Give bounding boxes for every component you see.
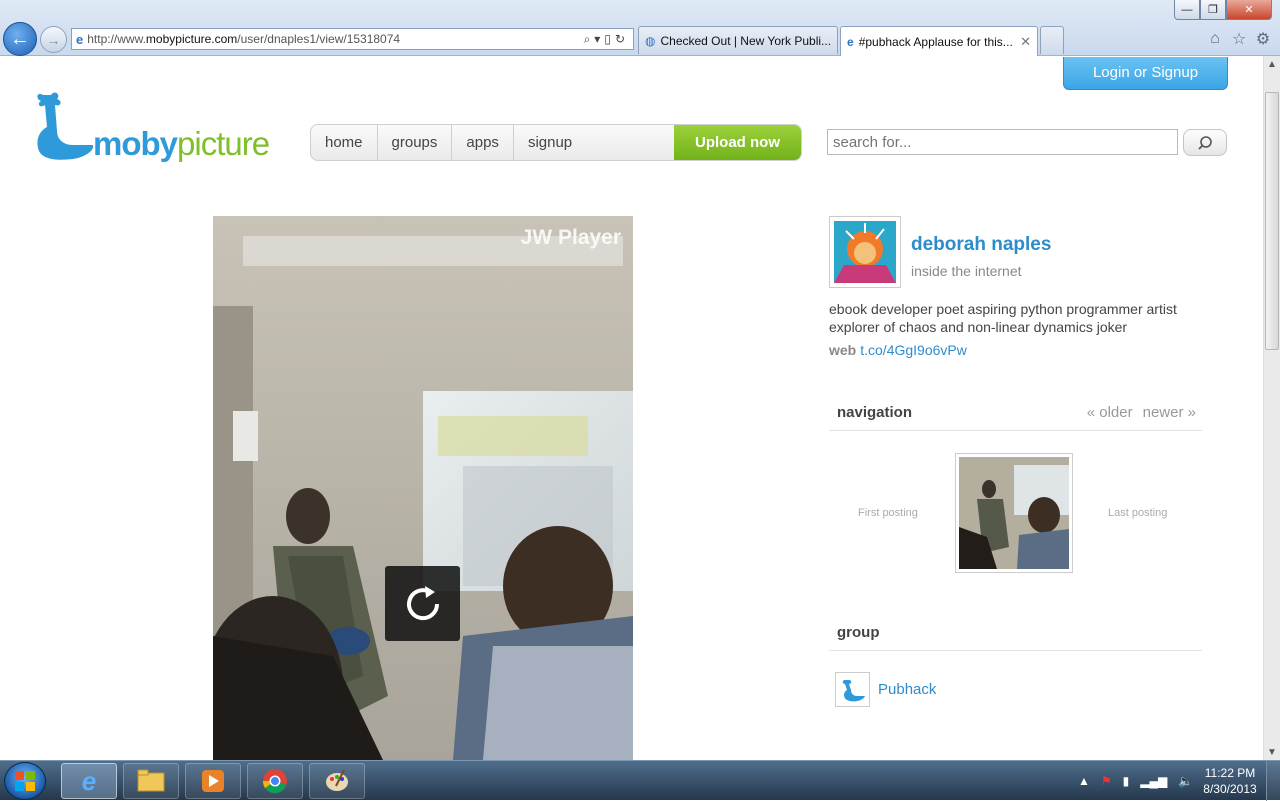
nav-signup[interactable]: signup xyxy=(514,125,586,160)
taskbar-paint[interactable] xyxy=(309,763,365,799)
upload-now-button[interactable]: Upload now xyxy=(674,125,801,160)
close-window-button[interactable]: ✕ xyxy=(1226,0,1272,20)
network-signal-icon[interactable]: ▂▄▆ xyxy=(1140,774,1167,788)
dropdown-icon[interactable]: ▾ xyxy=(594,32,604,46)
tab-label: #pubhack Applause for this... xyxy=(858,34,1013,49)
show-hidden-icons-icon[interactable]: ▲ xyxy=(1078,774,1090,788)
web-link[interactable]: t.co/4GgI9o6vPw xyxy=(860,342,967,358)
navigation-section: navigation « older newer » xyxy=(829,395,1202,431)
media-player-icon xyxy=(202,770,224,792)
system-clock[interactable]: 11:22 PM 8/30/2013 xyxy=(1198,765,1262,797)
address-url: http://www.mobypicture.com/user/dnaples1… xyxy=(87,32,401,46)
ie-page-icon: e xyxy=(847,34,854,49)
show-desktop-button[interactable] xyxy=(1266,761,1280,801)
back-button[interactable]: ← xyxy=(3,22,37,56)
mobypicture-logo[interactable]: mobypicture xyxy=(33,87,293,162)
arrow-right-icon: → xyxy=(46,31,61,48)
replay-button[interactable] xyxy=(385,566,460,641)
video-player[interactable]: JW Player xyxy=(213,216,633,760)
jw-player-watermark: JW Player xyxy=(520,226,621,249)
home-icon[interactable]: ⌂ xyxy=(1205,29,1225,49)
whale-icon xyxy=(842,680,865,702)
thumbnail-image xyxy=(959,457,1069,569)
arrow-left-icon: ← xyxy=(10,27,30,50)
clock-date: 8/30/2013 xyxy=(1203,782,1257,796)
search-icon[interactable]: ⌕ xyxy=(584,32,595,46)
profile-location: inside the internet xyxy=(911,263,1022,279)
address-domain: mobypicture.com xyxy=(145,32,238,46)
taskbar-file-explorer[interactable] xyxy=(123,763,179,799)
profile-bio: ebook developer poet aspiring python pro… xyxy=(829,301,1177,335)
avatar-image xyxy=(834,221,896,283)
replay-icon xyxy=(406,585,439,620)
nav-apps[interactable]: apps xyxy=(452,125,514,160)
search-icon xyxy=(1198,135,1212,150)
taskbar-chrome[interactable] xyxy=(247,763,303,799)
address-bar[interactable]: e http://www.mobypicture.com/user/dnaple… xyxy=(71,28,634,50)
tab-pubhack[interactable]: e #pubhack Applause for this... ✕ xyxy=(840,26,1038,56)
paint-palette-icon xyxy=(326,769,348,791)
avatar[interactable] xyxy=(829,216,901,288)
scroll-down-icon[interactable]: ▼ xyxy=(1264,744,1280,760)
forward-button[interactable]: → xyxy=(40,26,67,53)
current-post-thumbnail[interactable] xyxy=(955,453,1073,573)
video-frame-image xyxy=(213,216,633,760)
windows-logo-icon xyxy=(15,771,35,791)
main-nav: home groups apps signup Upload now xyxy=(310,124,802,161)
nav-groups[interactable]: groups xyxy=(378,125,453,160)
scroll-thumb[interactable] xyxy=(1265,92,1279,350)
whale-logo-icon xyxy=(37,92,93,160)
clock-time: 11:22 PM xyxy=(1204,766,1256,780)
navigation-links: « older newer » xyxy=(1077,404,1196,421)
nypl-favicon-icon: ◍ xyxy=(645,33,656,48)
profile-name[interactable]: deborah naples xyxy=(911,234,1051,256)
web-label: web xyxy=(829,342,857,358)
address-tools[interactable]: ⌕▾▯↻ xyxy=(584,32,629,47)
group-avatar[interactable] xyxy=(835,672,870,707)
last-posting-label: Last posting xyxy=(1108,507,1168,519)
volume-icon[interactable]: 🔈 xyxy=(1178,774,1193,788)
folder-icon xyxy=(137,769,165,792)
group-link[interactable]: Pubhack xyxy=(878,681,936,698)
older-link[interactable]: « older xyxy=(1087,404,1133,421)
web-page: Login or Signup mobypicture home groups … xyxy=(0,57,1263,760)
vertical-scrollbar[interactable]: ▲ ▼ xyxy=(1263,56,1280,760)
login-signup-button[interactable]: Login or Signup xyxy=(1063,57,1228,90)
system-tray: ▲ ⚑ ▮ ▂▄▆ 🔈 xyxy=(1072,761,1197,801)
start-button[interactable] xyxy=(4,762,46,800)
minimize-button[interactable]: — xyxy=(1174,0,1200,20)
power-icon[interactable]: ▮ xyxy=(1123,774,1130,788)
close-tab-icon[interactable]: ✕ xyxy=(1020,34,1031,50)
maximize-button[interactable]: ❐ xyxy=(1200,0,1226,20)
taskbar-media-player[interactable] xyxy=(185,763,241,799)
newer-link[interactable]: newer » xyxy=(1143,404,1196,421)
tab-checked-out[interactable]: ◍ Checked Out | New York Publi... xyxy=(638,26,838,54)
refresh-icon[interactable]: ↻ xyxy=(615,32,629,46)
group-section: group xyxy=(829,615,1202,651)
group-heading: group xyxy=(837,624,880,641)
nav-home[interactable]: home xyxy=(311,125,378,160)
first-posting-label: First posting xyxy=(858,507,918,519)
logo-wordmark: mobypicture xyxy=(93,125,270,162)
navigation-heading: navigation xyxy=(837,404,913,421)
tab-label: Checked Out | New York Publi... xyxy=(660,33,832,48)
search-button[interactable] xyxy=(1183,129,1227,156)
internet-explorer-icon: e xyxy=(81,765,97,796)
windows-taskbar: e ▲ ⚑ ▮ ▂▄▆ 🔈 11:22 PM 8/30/2013 xyxy=(0,760,1280,801)
scroll-up-icon[interactable]: ▲ xyxy=(1264,56,1280,72)
gear-icon[interactable]: ⚙ xyxy=(1253,29,1273,49)
favorites-star-icon[interactable]: ☆ xyxy=(1229,29,1249,49)
taskbar-internet-explorer[interactable]: e xyxy=(61,763,117,799)
compat-view-icon[interactable]: ▯ xyxy=(604,32,615,46)
browser-chrome: — ❐ ✕ ← → e http://www.mobypicture.com/u… xyxy=(0,0,1280,56)
profile-web: web t.co/4GgI9o6vPw xyxy=(829,342,967,358)
action-center-flag-icon[interactable]: ⚑ xyxy=(1101,774,1112,788)
ie-page-icon: e xyxy=(76,31,84,47)
chrome-icon xyxy=(262,769,287,794)
new-tab-button[interactable] xyxy=(1040,26,1064,54)
search-input[interactable] xyxy=(827,129,1178,155)
